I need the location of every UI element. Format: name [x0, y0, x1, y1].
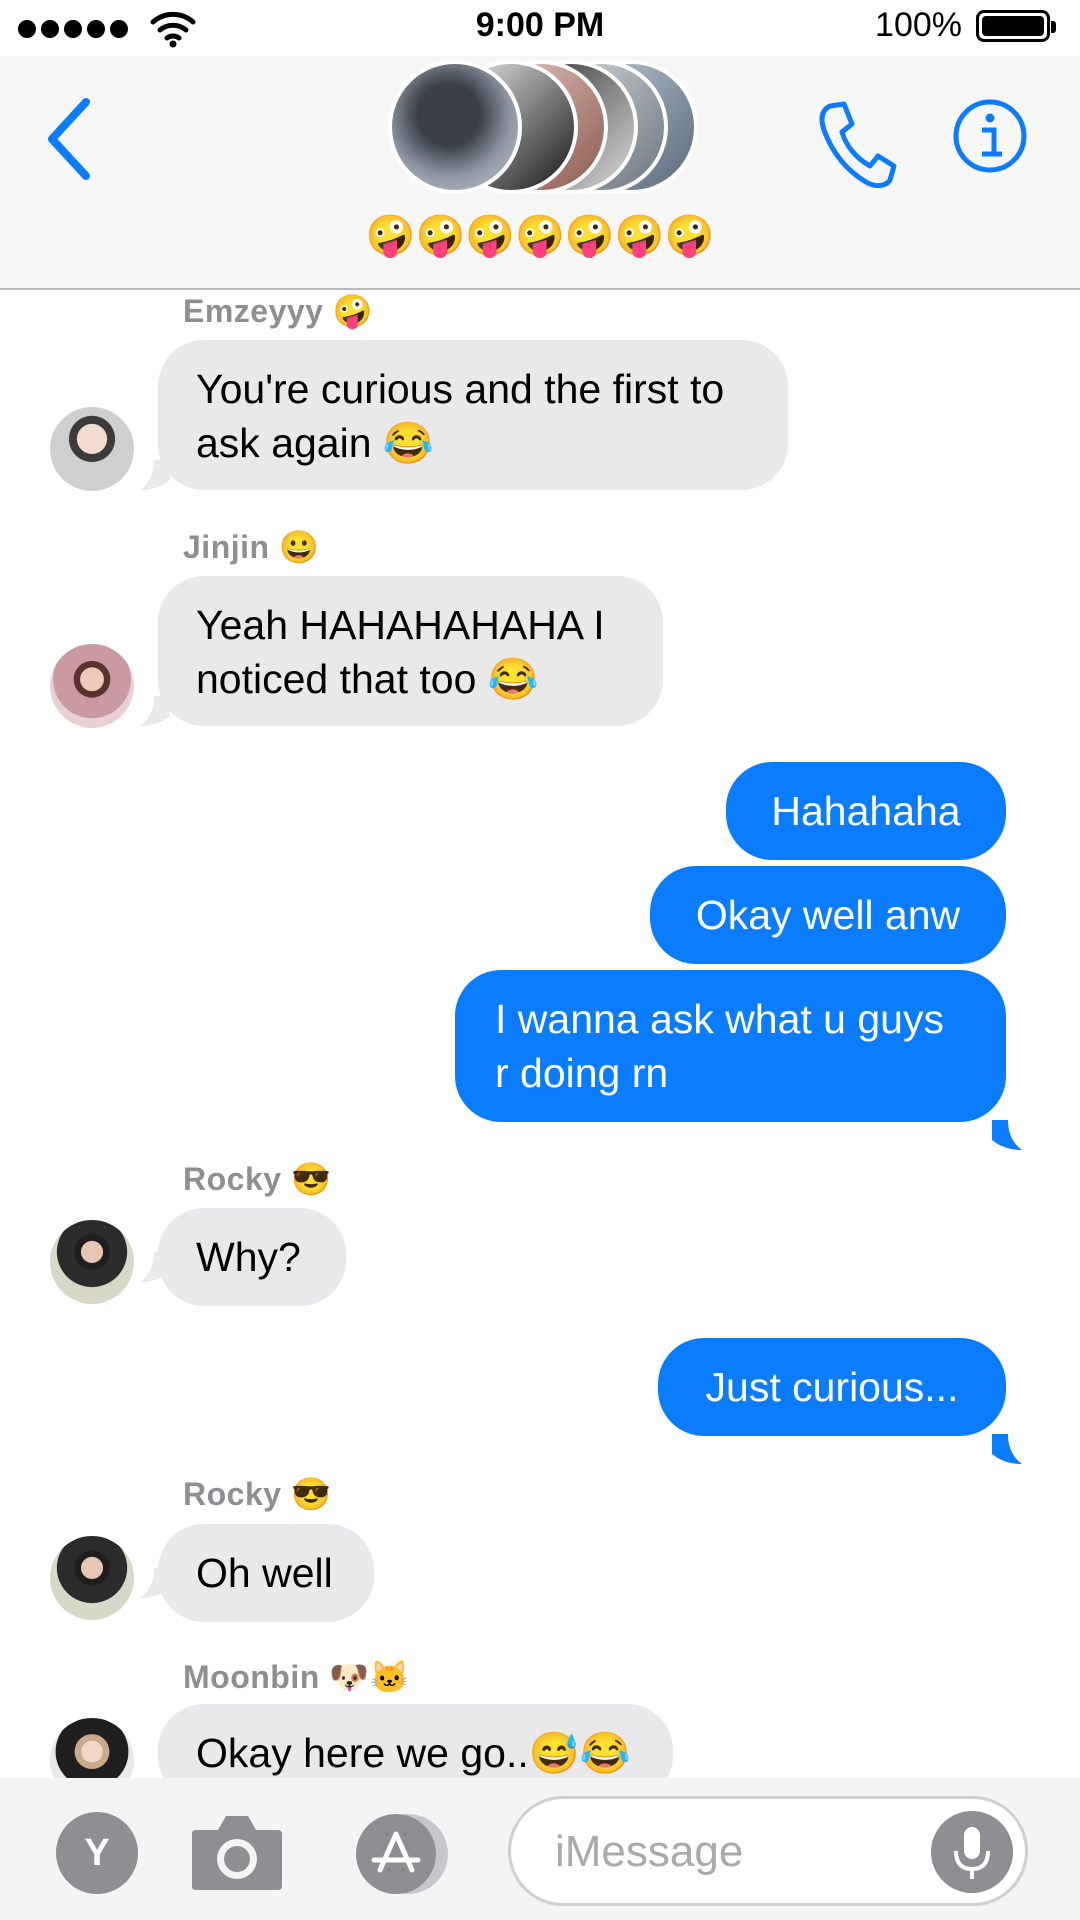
sender-name: Moonbin 🐶🐱 — [183, 1659, 410, 1695]
message-bubble-incoming[interactable]: You're curious and the first to ask agai… — [158, 340, 788, 490]
message-text: You're curious and the first to — [196, 366, 725, 412]
message-text: noticed that too 😂 — [196, 656, 539, 702]
avatar[interactable] — [50, 1536, 134, 1620]
app-store-icon[interactable] — [346, 1812, 456, 1896]
group-name[interactable]: 🤪🤪🤪🤪🤪🤪🤪 — [0, 212, 1080, 259]
camera-icon[interactable] — [190, 1812, 284, 1892]
back-chevron-icon[interactable] — [42, 94, 102, 184]
microphone-icon[interactable] — [931, 1811, 1013, 1893]
sender-name: Jinjin 😀 — [183, 529, 320, 565]
composer-bar: Y iMessage — [0, 1778, 1080, 1920]
message-bubble-incoming[interactable]: Okay here we go..😅😂 — [158, 1704, 673, 1778]
sender-name: Rocky 😎 — [183, 1476, 332, 1512]
avatar[interactable] — [50, 1718, 134, 1778]
phone-icon[interactable] — [816, 100, 898, 190]
message-text: Okay here we go..😅😂 — [196, 1730, 631, 1776]
battery-icon — [976, 10, 1056, 42]
message-bubble-outgoing[interactable]: Hahahaha — [726, 762, 1006, 860]
message-bubble-incoming[interactable]: Why? — [158, 1208, 346, 1306]
message-bubble-outgoing[interactable]: Just curious... — [658, 1338, 1006, 1436]
message-text: Yeah HAHAHAHAHA I — [196, 602, 605, 648]
avatar[interactable] — [50, 407, 134, 491]
bubble-tail — [992, 1434, 1022, 1464]
message-text: Just curious... — [705, 1364, 959, 1410]
message-text: Why? — [196, 1234, 301, 1280]
message-text: r doing rn — [495, 1050, 669, 1096]
message-bubble-outgoing[interactable]: I wanna ask what u guys r doing rn — [455, 970, 1006, 1122]
info-icon[interactable] — [952, 98, 1028, 174]
message-bubble-outgoing[interactable]: Okay well anw — [650, 866, 1006, 964]
message-input[interactable]: iMessage — [508, 1796, 1028, 1906]
avatar[interactable] — [50, 1220, 134, 1304]
message-bubble-incoming[interactable]: Oh well — [158, 1524, 374, 1622]
group-member-avatar — [388, 60, 522, 194]
sender-name: Rocky 😎 — [183, 1161, 332, 1197]
message-input-placeholder: iMessage — [555, 1827, 744, 1876]
avatar[interactable] — [50, 644, 134, 728]
message-list[interactable]: Emzeyyy 🤪 You're curious and the first t… — [0, 290, 1080, 1778]
message-text: ask again 😂 — [196, 420, 434, 466]
message-text: Hahahaha — [771, 788, 961, 834]
apps-button[interactable]: Y — [56, 1812, 138, 1894]
status-bar: 9:00 PM 100% — [0, 0, 1080, 56]
sender-name: Emzeyyy 🤪 — [183, 293, 374, 329]
group-avatars[interactable] — [388, 60, 698, 200]
conversation-header: 🤪🤪🤪🤪🤪🤪🤪 — [0, 56, 1080, 290]
bubble-tail — [992, 1120, 1022, 1150]
message-text: Oh well — [196, 1550, 333, 1596]
message-bubble-incoming[interactable]: Yeah HAHAHAHAHA I noticed that too 😂 — [158, 576, 663, 726]
message-text: I wanna ask what u guys — [495, 996, 944, 1042]
message-text: Okay well anw — [695, 892, 961, 938]
battery-percentage: 100% — [875, 6, 962, 44]
